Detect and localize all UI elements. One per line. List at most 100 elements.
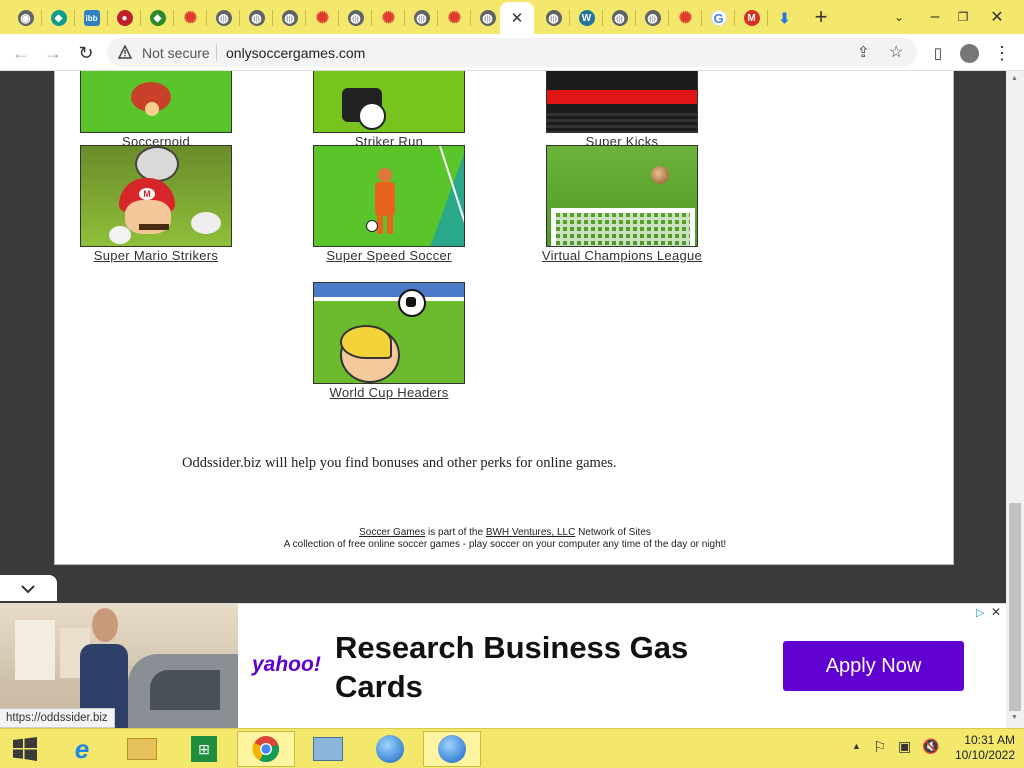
ad-banner[interactable]: yahoo! Research Business Gas Cards Apply… [0, 603, 1006, 728]
reload-button[interactable]: ↻ [72, 39, 100, 67]
page-scrollbar[interactable]: ▲ ▼ [1006, 71, 1024, 728]
taskbar-ie[interactable]: e [53, 731, 111, 767]
browser-tab[interactable]: ◆ [42, 4, 75, 32]
taskbar-store[interactable]: ⊞ [175, 731, 233, 767]
browser-tab[interactable]: G [702, 4, 735, 32]
game-thumbnail[interactable] [313, 71, 465, 133]
download-icon: ⬇ [778, 9, 791, 26]
browser-tab[interactable]: ✺ [372, 4, 405, 32]
browser-tab[interactable]: ◍ [537, 4, 570, 32]
globe-icon: ◍ [347, 10, 364, 26]
game-link[interactable]: Super Speed Soccer [279, 248, 499, 263]
chevron-down-icon [21, 585, 35, 594]
browser-tab[interactable]: ◍ [273, 4, 306, 32]
ad-collapse-tab[interactable] [0, 575, 57, 601]
back-button[interactable]: ← [7, 39, 35, 67]
ad-headline[interactable]: Research Business Gas Cards [335, 628, 755, 706]
taskbar-chrome[interactable] [237, 731, 295, 767]
browser-tab[interactable]: ✺ [306, 4, 339, 32]
bookmark-star-icon[interactable]: ☆ [889, 42, 903, 62]
close-window-button[interactable]: ✕ [980, 4, 1014, 30]
browser-tab[interactable]: W [570, 4, 603, 32]
browser-tab[interactable]: ◍ [207, 4, 240, 32]
taskbar-app-globe-1[interactable] [361, 731, 419, 767]
address-bar[interactable]: Not secure onlysoccergames.com ⇪ ☆ [107, 38, 917, 67]
game-link[interactable]: World Cup Headers [279, 385, 499, 400]
browser-tab[interactable]: ✺ [669, 4, 702, 32]
apply-now-button[interactable]: Apply Now [783, 641, 964, 691]
taskbar-explorer[interactable] [113, 731, 171, 767]
security-label[interactable]: Not secure [142, 45, 210, 61]
chrome-icon [252, 736, 280, 763]
red-flower-icon: ✺ [678, 10, 693, 27]
game-thumbnail[interactable]: M [80, 145, 232, 247]
omnibox-divider [216, 44, 217, 61]
browser-tab[interactable]: ◆ [141, 4, 174, 32]
browser-tab[interactable]: ◍ [240, 4, 273, 32]
scroll-down-arrow-icon[interactable]: ▼ [1011, 714, 1018, 721]
new-tab-button[interactable]: + [808, 4, 834, 30]
browser-tab[interactable]: ✕ [500, 2, 534, 34]
browser-tab[interactable]: ◍ [339, 4, 372, 32]
game-thumbnail[interactable] [313, 145, 465, 247]
footer-link-bwh[interactable]: BWH Ventures, LLC [486, 527, 575, 538]
red-flower-icon: ✺ [381, 10, 396, 27]
url-text[interactable]: onlysoccergames.com [226, 45, 365, 61]
red-flower-icon: ✺ [315, 10, 330, 27]
adchoices-icon[interactable]: ▷ [976, 606, 984, 619]
browser-tab[interactable]: ibb [75, 4, 108, 32]
start-button[interactable] [0, 731, 50, 767]
tab-search-chevron-icon[interactable]: ⌄ [886, 4, 912, 30]
scroll-up-arrow-icon[interactable]: ▲ [1011, 75, 1018, 82]
browser-tab[interactable]: ✺ [438, 4, 471, 32]
restore-button[interactable]: ❐ [950, 4, 976, 30]
footer-tagline: A collection of free online soccer games… [283, 539, 727, 550]
footer: Soccer Games is part of the BWH Ventures… [55, 527, 955, 551]
forward-button[interactable]: → [39, 39, 67, 67]
wordpress-icon: W [578, 10, 595, 26]
game-thumbnail[interactable] [80, 71, 232, 133]
taskbar-control-panel[interactable] [299, 731, 357, 767]
globe-icon: ◍ [248, 10, 265, 26]
browser-tab[interactable]: ◍ [603, 4, 636, 32]
game-thumbnail[interactable] [313, 282, 465, 384]
taskbar-app-globe-2[interactable] [423, 731, 481, 767]
red-flower-icon: ✺ [447, 10, 462, 27]
volume-muted-icon[interactable]: 🔇 [922, 738, 939, 755]
game-thumbnail[interactable] [546, 145, 698, 247]
show-hidden-icons-icon[interactable]: ▲ [852, 741, 861, 751]
browser-tab[interactable]: M [735, 4, 768, 32]
side-panel-icon[interactable]: ▯ [924, 39, 952, 67]
action-center-flag-icon[interactable]: ⚐ [873, 738, 886, 756]
clock-time: 10:31 AM [964, 733, 1015, 747]
footer-link-soccer-games[interactable]: Soccer Games [359, 527, 425, 538]
content-panel: Soccernoid Striker Run Super Kicks M Super M… [54, 71, 954, 565]
game-link[interactable]: Super Mario Strikers [46, 248, 266, 263]
browser-tab[interactable]: ⬇ [768, 4, 801, 32]
menu-icon[interactable]: ⋮ [988, 39, 1016, 67]
browser-tab[interactable]: ◉ [9, 4, 42, 32]
share-icon[interactable]: ⇪ [857, 43, 870, 61]
network-icon[interactable]: ▣ [898, 738, 911, 755]
gmail-icon: M [743, 10, 760, 26]
taskbar: e ⊞ ▲ ⚐ ▣ 🔇 10:31 AM 10/10/2022 [0, 728, 1024, 768]
browser-tab[interactable]: ● [108, 4, 141, 32]
game-card: Striker Run [313, 71, 465, 149]
clock[interactable]: 10:31 AM 10/10/2022 [945, 733, 1015, 763]
close-icon[interactable]: ✕ [509, 10, 525, 27]
globe-icon: ◍ [215, 10, 232, 26]
windows-logo-icon [13, 737, 37, 761]
browser-tab[interactable]: ✺ [174, 4, 207, 32]
browser-toolbar: ← → ↻ Not secure onlysoccergames.com ⇪ ☆… [0, 34, 1024, 71]
ad-close-icon[interactable]: ✕ [991, 605, 1001, 619]
browser-tab[interactable]: ◍ [636, 4, 669, 32]
globe-icon: ◍ [611, 10, 628, 26]
game-link[interactable]: Virtual Champions League [512, 248, 732, 263]
green-ticket-icon: ◆ [149, 10, 166, 26]
mushroom-icon: ● [116, 10, 133, 26]
browser-tab[interactable]: ◍ [405, 4, 438, 32]
minimize-button[interactable]: – [920, 4, 950, 30]
game-thumbnail[interactable] [546, 71, 698, 133]
profile-icon[interactable] [955, 39, 983, 67]
scrollbar-thumb[interactable] [1009, 503, 1021, 711]
